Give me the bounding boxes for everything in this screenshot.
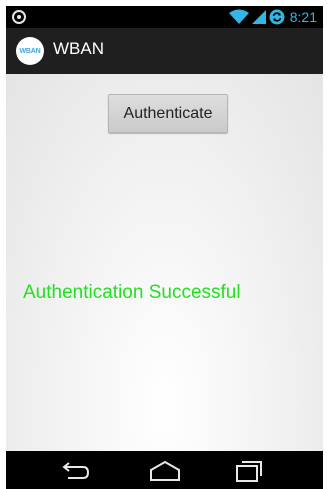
app-logo[interactable]: WBAN <box>16 37 44 65</box>
action-bar: WBAN WBAN <box>6 28 323 74</box>
status-icons: 8:21 <box>228 9 317 25</box>
device-screen: 8:21 WBAN WBAN Authenticate Authenticati… <box>6 6 323 489</box>
status-time: 8:21 <box>289 9 317 25</box>
app-notification-icon <box>12 10 26 24</box>
authentication-status-text: Authentication Successful <box>23 282 241 303</box>
home-icon[interactable] <box>148 459 182 483</box>
main-content: Authenticate Authentication Successful <box>6 74 323 451</box>
sync-icon <box>269 9 285 25</box>
app-title: WBAN <box>53 39 104 58</box>
navigation-bar <box>6 451 323 489</box>
recent-apps-icon[interactable] <box>232 459 266 483</box>
authenticate-button[interactable]: Authenticate <box>108 94 228 133</box>
signal-icon <box>251 10 266 24</box>
app-logo-text: WBAN <box>19 47 41 55</box>
back-icon[interactable] <box>60 459 94 483</box>
status-bar: 8:21 <box>6 6 323 28</box>
wifi-icon <box>228 9 249 25</box>
